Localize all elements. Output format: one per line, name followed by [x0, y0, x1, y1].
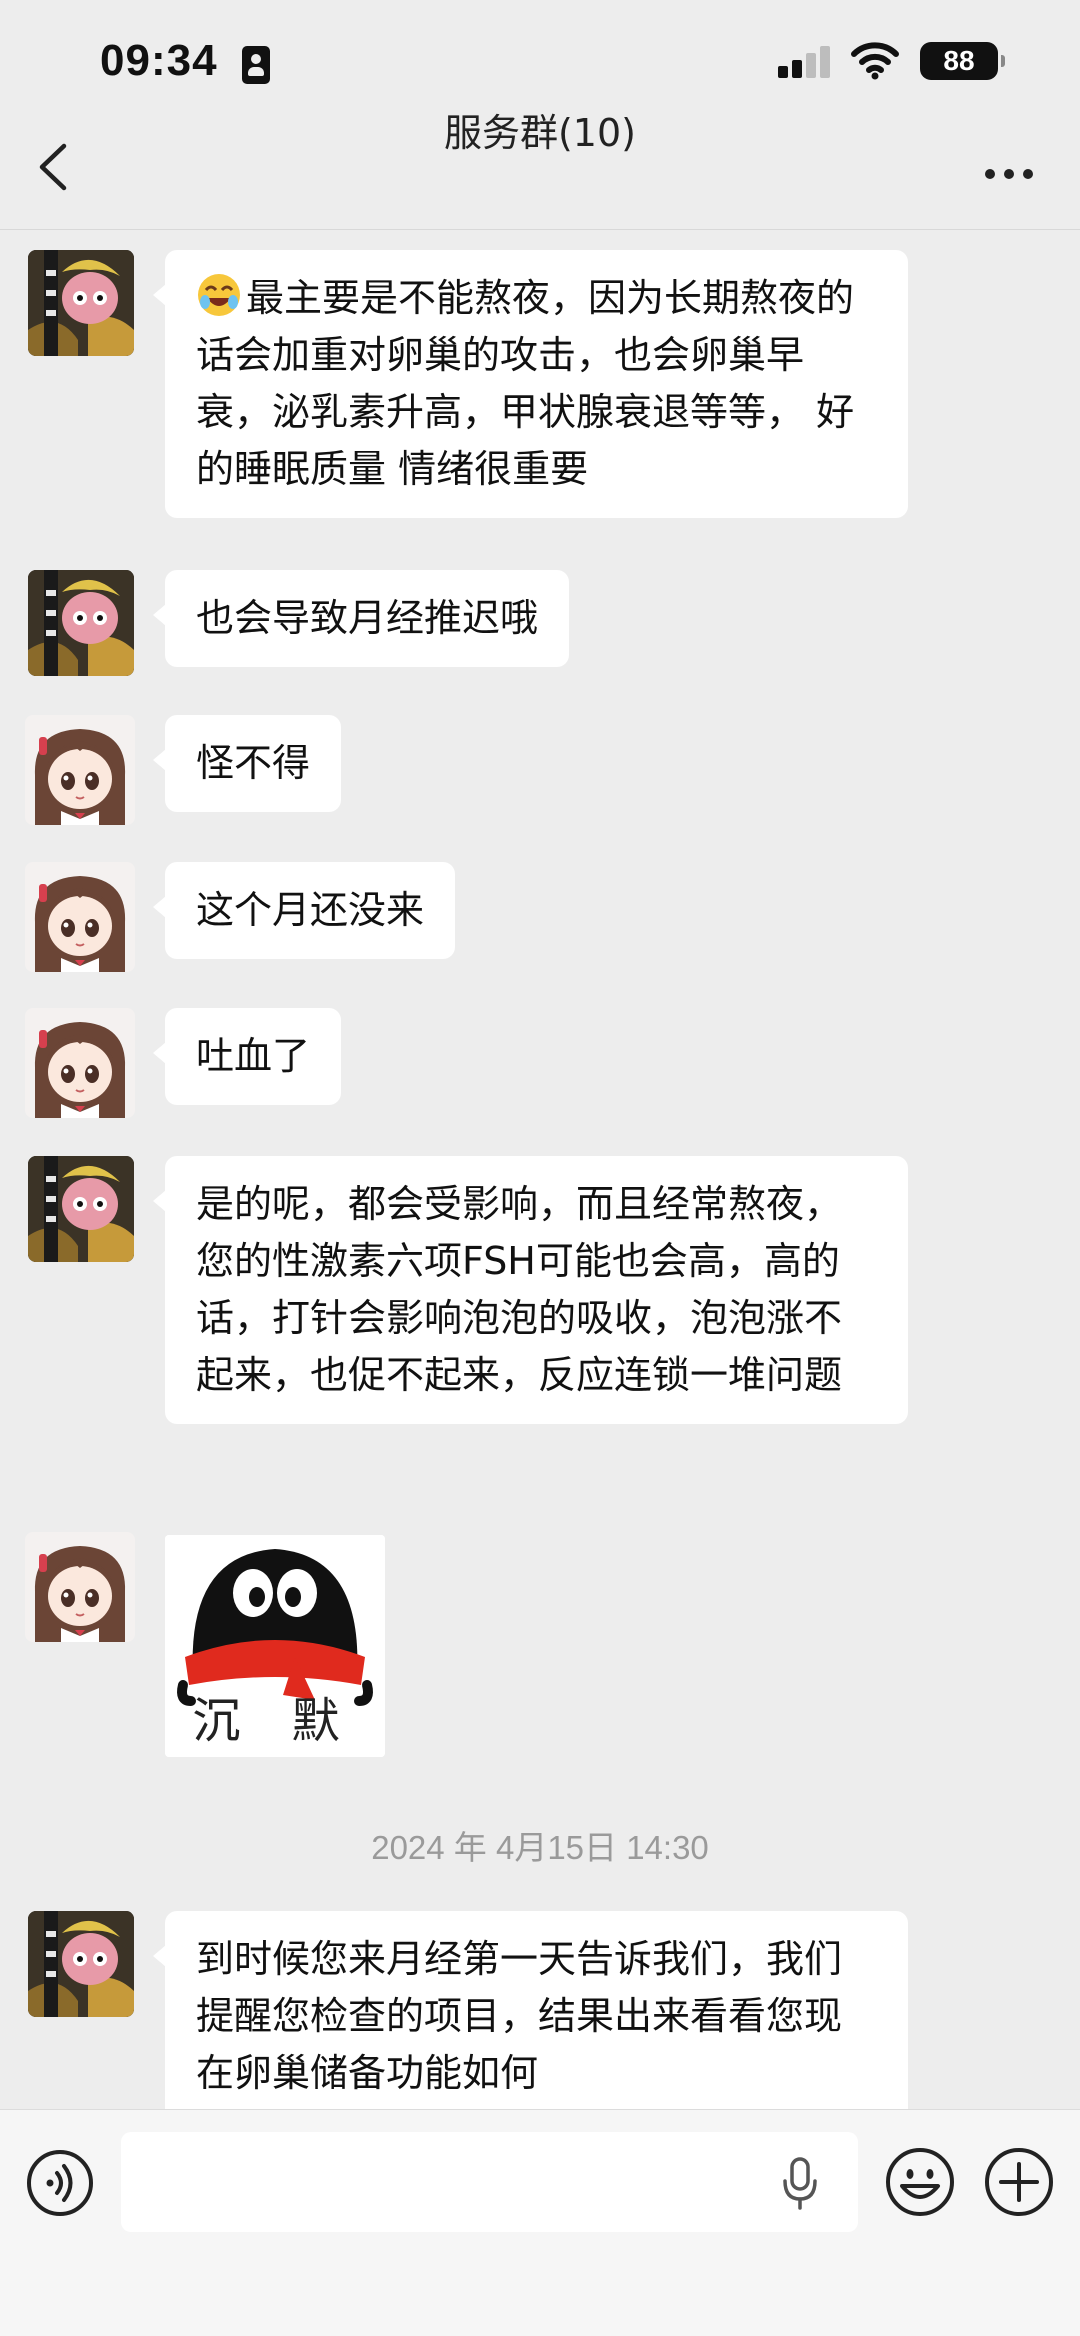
user-avatar[interactable] — [25, 1008, 135, 1118]
message-bubble[interactable]: 怪不得 — [152, 715, 342, 812]
chat-input-bar — [0, 2109, 1080, 2336]
message-text: 吐血了 — [196, 1034, 311, 1078]
message-input[interactable] — [121, 2132, 858, 2232]
nav-bar: 服务群(10) — [0, 90, 1080, 230]
laughing-face-emoji — [198, 274, 240, 316]
voice-mode-icon[interactable] — [25, 2148, 95, 2218]
user-avatar[interactable] — [25, 862, 135, 972]
message-text: 是的呢，都会受影响，而且经常熬夜，您的性激素六项FSH可能也会高，高的话，打针会… — [196, 1182, 843, 1397]
battery-icon: 88 — [920, 42, 1005, 80]
message-text: 到时候您来月经第一天告诉我们，我们提醒您检查的项目，结果出来看看您现在卵巢储备功… — [196, 1937, 843, 2095]
message-text: 最主要是不能熬夜，因为长期熬夜的话会加重对卵巢的攻击，也会卵巢早衰，泌乳素升高，… — [196, 276, 855, 491]
user-avatar[interactable] — [25, 1532, 135, 1642]
cellular-signal-icon — [778, 44, 834, 78]
staff-avatar[interactable] — [28, 250, 134, 356]
timestamp-divider: 2024 年 4月15日 14:30 — [371, 1829, 709, 1866]
message-bubble[interactable]: 最主要是不能熬夜，因为长期熬夜的话会加重对卵巢的攻击，也会卵巢早衰，泌乳素升高，… — [153, 250, 908, 518]
staff-avatar[interactable] — [28, 1156, 134, 1262]
staff-avatar[interactable] — [28, 1911, 134, 2017]
sticker-caption: 沉 默 — [192, 1693, 358, 1749]
message-bubble[interactable]: 吐血了 — [152, 1008, 342, 1105]
message-bubble[interactable]: 到时候您来月经第一天告诉我们，我们提醒您检查的项目，结果出来看看您现在卵巢储备功… — [153, 1911, 908, 2109]
status-time: 09:34 — [100, 36, 218, 85]
wifi-icon — [851, 42, 899, 80]
chat-title: 服务群(10) — [443, 111, 636, 155]
plus-circle-icon[interactable] — [983, 2146, 1055, 2218]
microphone-icon[interactable] — [780, 2155, 820, 2211]
ellipsis-icon[interactable] — [984, 168, 1034, 180]
sticker-message[interactable]: 沉 默 — [165, 1535, 385, 1757]
message-text: 这个月还没来 — [196, 888, 425, 932]
message-bubble[interactable]: 这个月还没来 — [152, 862, 456, 959]
message-bubble[interactable]: 是的呢，都会受影响，而且经常熬夜，您的性激素六项FSH可能也会高，高的话，打针会… — [153, 1156, 908, 1424]
smiley-icon[interactable] — [884, 2146, 956, 2218]
staff-avatar[interactable] — [28, 570, 134, 676]
message-text: 也会导致月经推迟哦 — [196, 596, 539, 640]
message-text: 怪不得 — [196, 741, 311, 785]
user-avatar[interactable] — [25, 715, 135, 825]
message-bubble[interactable]: 也会导致月经推迟哦 — [152, 570, 570, 667]
id-card-icon — [242, 46, 270, 84]
chat-message-list[interactable]: 最主要是不能熬夜，因为长期熬夜的话会加重对卵巢的攻击，也会卵巢早衰，泌乳素升高，… — [0, 231, 1080, 2109]
